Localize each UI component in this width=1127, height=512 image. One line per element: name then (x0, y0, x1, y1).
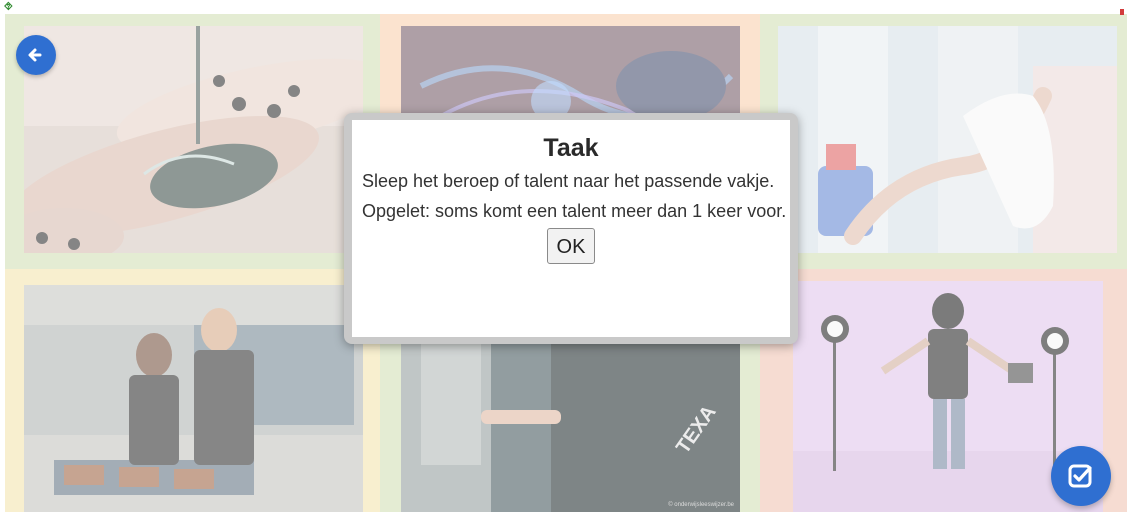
nail-art-image (24, 26, 363, 253)
activity-board: TEXA © onderwijsleeswijzer.be ⯑ Taak Sle… (0, 0, 1127, 512)
dialog-text: Sleep het beroep of talent naar het pass… (362, 166, 787, 226)
photo-coffee-tasting (24, 285, 363, 512)
ok-button[interactable]: OK (547, 228, 595, 264)
photo-caption: © onderwijsleeswijzer.be (668, 502, 734, 508)
cleaning-image (778, 26, 1117, 253)
corner-marker (1120, 9, 1124, 15)
dialog-actions: OK (362, 228, 780, 264)
dialog-instruction: Sleep het beroep of talent naar het pass… (362, 171, 775, 191)
arrow-left-icon (28, 48, 42, 62)
back-button[interactable] (16, 35, 56, 75)
check-square-icon (1068, 464, 1092, 488)
help-icon[interactable]: ⯑ (4, 0, 20, 14)
photo-cleaning (778, 26, 1117, 253)
tile-nail-art[interactable] (5, 14, 380, 269)
task-dialog-body: Taak Sleep het beroep of talent naar het… (352, 120, 790, 337)
tile-cleaning[interactable] (760, 14, 1127, 269)
task-dialog: Taak Sleep het beroep of talent naar het… (344, 113, 798, 344)
photo-nail-art (24, 26, 363, 253)
coffee-tasting-image (24, 285, 363, 512)
dialog-note: Opgelet: soms komt een talent meer dan 1… (362, 201, 787, 221)
check-answers-button[interactable] (1051, 446, 1111, 506)
tile-coffee-tasting[interactable] (5, 269, 380, 512)
dialog-title: Taak (543, 134, 599, 162)
